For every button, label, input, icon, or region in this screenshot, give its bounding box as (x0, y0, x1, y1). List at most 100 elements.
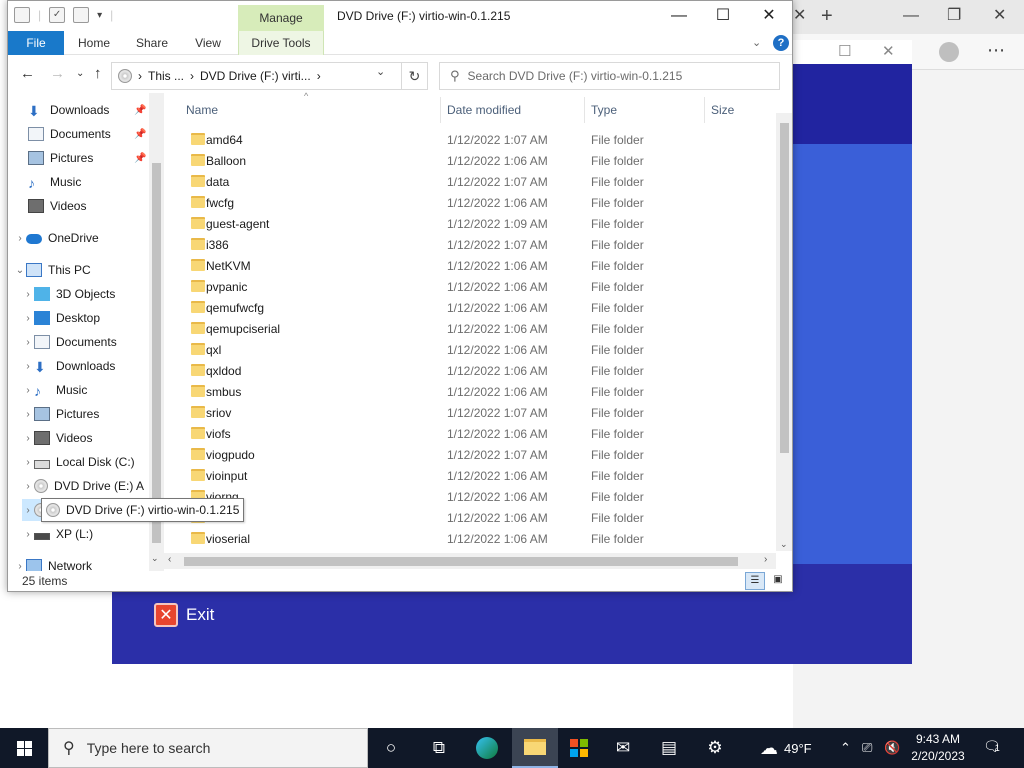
task-view-icon[interactable]: ⧉ (416, 728, 462, 768)
chevron-down-icon[interactable]: ⌄ (14, 265, 26, 276)
new-folder-icon[interactable] (73, 7, 90, 23)
chevron-right-icon[interactable]: › (22, 457, 34, 468)
table-row[interactable]: qemufwcfg 1/12/2022 1:06 AM File folder (164, 297, 776, 318)
tab-drive-tools[interactable]: Drive Tools (238, 31, 324, 55)
taskbar-search-box[interactable]: ⚲ Type here to search (48, 728, 368, 768)
browser-close-icon[interactable]: ✕ (993, 8, 1006, 24)
nav-item-videos-quick[interactable]: Videos (28, 195, 164, 217)
back-arrow-icon[interactable]: ← (20, 65, 35, 82)
weather-widget[interactable]: ☁ 49°F (760, 728, 812, 768)
installer-close-icon[interactable]: ✕ (882, 42, 895, 60)
scroll-right-arrow-icon[interactable]: › (764, 554, 767, 565)
nav-item-desktop[interactable]: › Desktop (22, 307, 164, 329)
ribbon-expand-icon[interactable]: ⌄ (752, 36, 761, 49)
exit-button[interactable]: ✕ Exit (154, 603, 214, 627)
table-row[interactable]: amd64 1/12/2022 1:07 AM File folder (164, 129, 776, 150)
close-button[interactable]: ✕ (746, 5, 792, 27)
nav-item-downloads-quick[interactable]: ⬇ Downloads 📌 (28, 99, 164, 121)
chevron-right-icon[interactable]: › (22, 313, 34, 324)
tab-file[interactable]: File (8, 31, 64, 55)
chevron-right-icon[interactable]: › (14, 233, 26, 244)
scroll-down-arrow-icon[interactable]: ⌄ (151, 553, 159, 564)
manage-context-tab[interactable]: Manage (238, 5, 324, 31)
table-row[interactable]: qxldod 1/12/2022 1:06 AM File folder (164, 360, 776, 381)
table-row[interactable]: viorng 1/12/2022 1:06 AM File folder (164, 486, 776, 507)
table-row[interactable]: smbus 1/12/2022 1:06 AM File folder (164, 381, 776, 402)
drive-disc-icon[interactable] (14, 7, 30, 23)
scroll-down-arrow-icon[interactable]: ⌄ (780, 539, 788, 550)
chevron-right-icon[interactable]: › (22, 409, 34, 420)
nav-item-pictures[interactable]: › Pictures (22, 403, 164, 425)
chevron-right-icon[interactable]: › (22, 289, 34, 300)
tab-share[interactable]: Share (130, 31, 174, 55)
recent-locations-icon[interactable]: ⌄ (76, 68, 84, 79)
tab-view[interactable]: View (188, 31, 228, 55)
nav-item-dvd-e[interactable]: › DVD Drive (E:) A (22, 475, 164, 497)
browser-restore-icon[interactable]: ❐ (947, 8, 961, 24)
search-input[interactable]: ⚲ Search DVD Drive (F:) virtio-win-0.1.2… (439, 62, 780, 90)
nav-item-onedrive[interactable]: › OneDrive (14, 227, 164, 249)
chevron-right-icon[interactable]: › (22, 505, 34, 516)
table-row[interactable]: pvpanic 1/12/2022 1:06 AM File folder (164, 276, 776, 297)
nav-item-music[interactable]: › ♪ Music (22, 379, 164, 401)
column-date-modified[interactable]: Date modified (447, 103, 521, 117)
pin-icon[interactable]: 📌 (134, 129, 146, 140)
notification-center-icon[interactable]: 🗨1 (983, 738, 1001, 755)
nav-item-documents[interactable]: › Documents (22, 331, 164, 353)
address-dropdown-icon[interactable]: ⌄ (376, 65, 385, 78)
vertical-scroll-thumb[interactable] (780, 123, 789, 453)
chevron-right-icon[interactable]: › (22, 385, 34, 396)
more-options-icon[interactable]: ⋯ (987, 41, 1005, 59)
maximize-button[interactable]: ☐ (700, 5, 746, 27)
nav-item-network[interactable]: › Network (14, 555, 164, 571)
nav-scroll-thumb[interactable] (152, 163, 161, 543)
nav-item-xp[interactable]: › XP (L:) (22, 523, 164, 545)
file-list-vertical-scrollbar[interactable]: ⌄ (776, 113, 792, 551)
tab-home[interactable]: Home (72, 31, 116, 55)
setup-taskbar-icon[interactable]: ⚙ (692, 728, 738, 768)
nav-item-this-pc[interactable]: ⌄ This PC (14, 259, 164, 281)
system-clock[interactable]: 9:43 AM 2/20/2023 (906, 731, 970, 765)
chevron-right-icon[interactable]: › (22, 337, 34, 348)
column-name[interactable]: Name (186, 103, 218, 117)
table-row[interactable]: i386 1/12/2022 1:07 AM File folder (164, 234, 776, 255)
properties-icon[interactable]: ✓ (49, 7, 66, 23)
scroll-left-arrow-icon[interactable]: ‹ (168, 554, 171, 565)
browser-minimize-icon[interactable]: — (903, 8, 919, 24)
chevron-right-icon[interactable]: › (22, 433, 34, 444)
nav-item-3d-objects[interactable]: › 3D Objects (22, 283, 164, 305)
chevron-right-icon[interactable]: › (22, 361, 34, 372)
installer-taskbar-icon[interactable]: ▤ (646, 728, 692, 768)
nav-item-videos[interactable]: › Videos (22, 427, 164, 449)
table-row[interactable]: fwcfg 1/12/2022 1:06 AM File folder (164, 192, 776, 213)
volume-muted-icon[interactable]: 🔇 (884, 740, 900, 756)
horizontal-scroll-thumb[interactable] (184, 557, 738, 566)
start-button[interactable] (0, 728, 48, 768)
breadcrumb-dvd-drive[interactable]: DVD Drive (F:) virti... (200, 69, 311, 83)
new-tab-icon[interactable]: + (821, 6, 833, 26)
table-row[interactable]: viogpudo 1/12/2022 1:07 AM File folder (164, 444, 776, 465)
breadcrumb-this-pc[interactable]: This ... (148, 69, 184, 83)
store-icon[interactable] (556, 728, 602, 768)
column-size[interactable]: Size (711, 103, 734, 117)
table-row[interactable]: vioinput 1/12/2022 1:06 AM File folder (164, 465, 776, 486)
pin-icon[interactable]: 📌 (134, 153, 146, 164)
table-row[interactable]: guest-agent 1/12/2022 1:09 AM File folder (164, 213, 776, 234)
chevron-right-icon[interactable]: › (22, 529, 34, 540)
cortana-icon[interactable]: ○ (368, 728, 414, 768)
table-row[interactable]: vioscsi1/12/2022 1:06 AMFile folder (164, 507, 776, 528)
nav-item-music-quick[interactable]: ♪ Music (28, 171, 164, 193)
table-row[interactable]: NetKVM 1/12/2022 1:06 AM File folder (164, 255, 776, 276)
chevron-right-icon[interactable]: › (14, 561, 26, 572)
profile-avatar-icon[interactable] (939, 42, 959, 62)
nav-item-local-disk[interactable]: › Local Disk (C:) (22, 451, 164, 473)
refresh-button[interactable]: ↻ (402, 62, 428, 90)
chevron-right-icon[interactable]: › (22, 481, 34, 492)
file-list-horizontal-scrollbar[interactable]: ‹ › (164, 553, 776, 569)
mail-icon[interactable]: ✉ (600, 728, 646, 768)
customize-toolbar-icon[interactable]: ▾ (97, 10, 102, 21)
forward-arrow-icon[interactable]: → (50, 65, 65, 82)
pin-icon[interactable]: 📌 (134, 105, 146, 116)
nav-item-pictures-quick[interactable]: Pictures 📌 (28, 147, 164, 169)
column-type[interactable]: Type (591, 103, 617, 117)
